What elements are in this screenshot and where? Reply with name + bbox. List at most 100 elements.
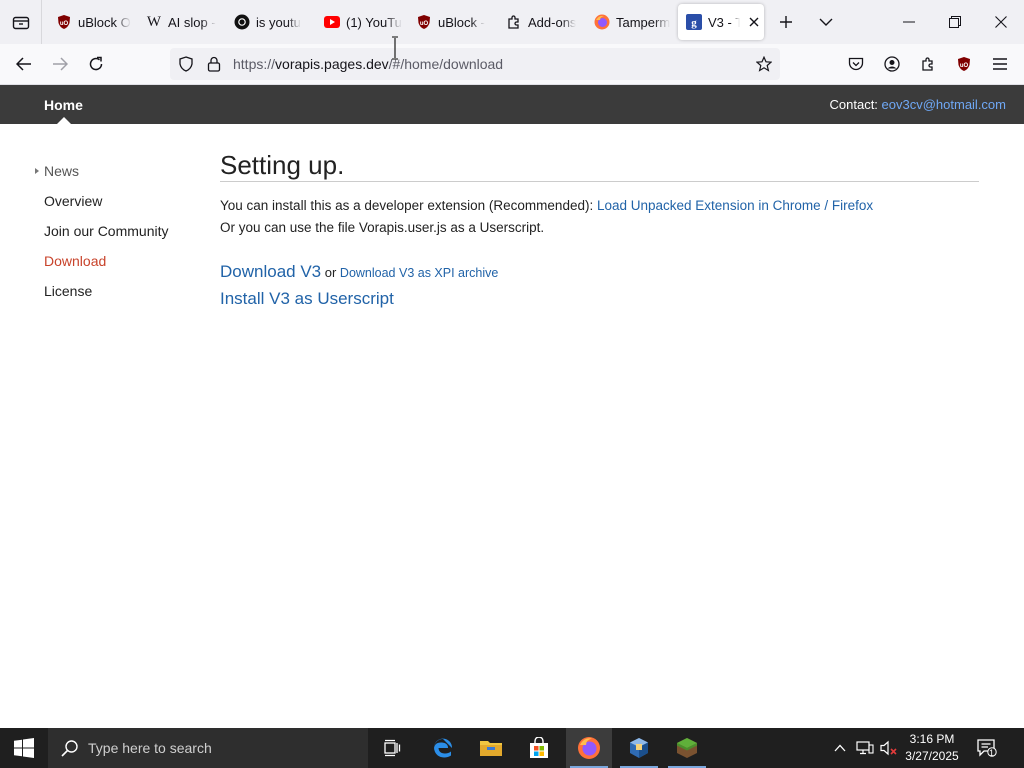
url-path: /#/home/download xyxy=(388,56,504,72)
store-button[interactable] xyxy=(516,728,562,768)
sidebar-item-news[interactable]: News xyxy=(44,163,79,179)
active-indicator xyxy=(57,117,71,124)
chatgpt-icon xyxy=(234,14,250,30)
reload-button[interactable] xyxy=(80,48,112,80)
tab-title: V3 - Tr xyxy=(708,14,740,30)
network-button[interactable] xyxy=(855,738,875,758)
load-unpacked-link[interactable]: Load Unpacked Extension in Chrome / Fire… xyxy=(597,198,873,213)
tab-title: (1) YouTu xyxy=(346,14,402,30)
tracking-protection-icon[interactable] xyxy=(176,54,196,74)
account-icon xyxy=(884,56,900,72)
tab-tampermonkey[interactable]: Tamperm xyxy=(588,4,672,40)
app-menu-button[interactable] xyxy=(984,48,1016,80)
plus-icon xyxy=(780,16,792,28)
action-center-button[interactable]: 1 xyxy=(972,728,1002,768)
start-button[interactable] xyxy=(0,728,48,768)
restore-button[interactable] xyxy=(932,0,978,44)
sidebar-item-license[interactable]: License xyxy=(44,283,92,299)
tab-add-ons[interactable]: Add-ons xyxy=(500,4,584,40)
tab-v3-active[interactable]: g V3 - Tr xyxy=(678,4,764,40)
account-button[interactable] xyxy=(876,48,908,80)
task-view-button[interactable] xyxy=(369,728,415,768)
ublock-extension-button[interactable]: uO xyxy=(948,48,980,80)
minimize-button[interactable] xyxy=(886,0,932,44)
arrow-right-icon xyxy=(53,57,68,71)
edge-icon xyxy=(434,738,453,758)
youtube-icon xyxy=(324,14,340,30)
download-v3-link[interactable]: Download V3 xyxy=(220,262,321,281)
hamburger-menu-icon xyxy=(993,58,1007,70)
speaker-muted-icon xyxy=(880,740,897,756)
site-header: Home Contact: eov3cv@hotmail.com xyxy=(0,85,1024,124)
edge-button[interactable] xyxy=(420,728,466,768)
tab-title: Add-ons xyxy=(528,14,577,30)
tab-title: uBlock O xyxy=(78,14,131,30)
google-translate-icon: g xyxy=(686,14,702,30)
virtualbox-taskbar-button[interactable] xyxy=(616,728,662,768)
wikipedia-icon: W xyxy=(146,13,162,30)
svg-text:uO: uO xyxy=(960,63,969,69)
puzzle-icon xyxy=(506,14,522,30)
system-clock[interactable]: 3:16 PM 3/27/2025 xyxy=(902,731,962,765)
tab-title: uBlock - xyxy=(438,14,485,30)
home-link[interactable]: Home xyxy=(44,97,83,113)
svg-text:g: g xyxy=(691,17,697,29)
userscript-instructions: Or you can use the file Vorapis.user.js … xyxy=(220,220,545,235)
url-text[interactable]: https://vorapis.pages.dev/#/home/downloa… xyxy=(233,56,503,72)
virtualbox-icon xyxy=(630,738,648,758)
windows-logo-icon xyxy=(14,738,34,758)
ublock-icon: uO xyxy=(56,14,72,30)
search-placeholder: Type here to search xyxy=(88,740,212,756)
minecraft-taskbar-button[interactable] xyxy=(664,728,710,768)
contact-email-link[interactable]: eov3cv@hotmail.com xyxy=(882,97,1006,112)
sidebar-item-community[interactable]: Join our Community xyxy=(44,223,169,239)
minecraft-grass-block-icon xyxy=(677,738,697,758)
ublock-icon: uO xyxy=(958,57,970,71)
reload-icon xyxy=(89,56,103,71)
tab-ublock[interactable]: uO uBlock - xyxy=(410,4,494,40)
volume-button[interactable] xyxy=(879,738,899,758)
new-tab-button[interactable] xyxy=(768,4,804,40)
list-all-tabs-button[interactable] xyxy=(0,0,42,44)
install-instructions: You can install this as a developer exte… xyxy=(220,198,873,213)
folder-icon xyxy=(480,741,502,756)
bullet-icon xyxy=(35,168,39,174)
firefox-taskbar-button[interactable] xyxy=(566,728,612,768)
svg-text:uO: uO xyxy=(60,21,69,27)
clock-time: 3:16 PM xyxy=(909,732,955,746)
close-icon xyxy=(995,16,1007,28)
tab-overflow-button[interactable] xyxy=(808,4,844,40)
url-bar[interactable]: https://vorapis.pages.dev/#/home/downloa… xyxy=(170,48,780,80)
file-explorer-button[interactable] xyxy=(468,728,514,768)
sidebar-item-overview[interactable]: Overview xyxy=(44,193,102,209)
show-hidden-icons-button[interactable] xyxy=(830,738,850,758)
bookmark-star-icon[interactable] xyxy=(754,54,774,74)
chevron-up-icon xyxy=(834,744,846,752)
tab-ublock-origin[interactable]: uO uBlock O xyxy=(48,4,132,40)
tab-ai-slop[interactable]: W AI slop - xyxy=(140,4,224,40)
install-userscript-link[interactable]: Install V3 as Userscript xyxy=(220,289,394,308)
svg-text:uO: uO xyxy=(420,21,429,27)
task-view-icon xyxy=(384,739,401,757)
taskbar-search[interactable]: Type here to search xyxy=(48,728,368,768)
firefox-icon xyxy=(578,737,600,759)
back-button[interactable] xyxy=(8,48,40,80)
chevron-down-icon xyxy=(819,18,833,26)
minimize-icon xyxy=(903,21,915,23)
close-window-button[interactable] xyxy=(978,0,1024,44)
tab-title: is youtu xyxy=(256,14,301,30)
pocket-button[interactable] xyxy=(840,48,872,80)
forward-button[interactable] xyxy=(44,48,76,80)
tab-chatgpt[interactable]: is youtu xyxy=(228,4,312,40)
close-tab-button[interactable] xyxy=(744,12,764,32)
network-icon xyxy=(856,741,874,755)
download-xpi-link[interactable]: Download V3 as XPI archive xyxy=(340,266,498,280)
navigation-toolbar: https://vorapis.pages.dev/#/home/downloa… xyxy=(0,44,1024,85)
pocket-icon xyxy=(848,57,864,70)
sidebar-item-download[interactable]: Download xyxy=(44,253,106,269)
tab-list-icon xyxy=(12,16,29,30)
download-row: Download V3 or Download V3 as XPI archiv… xyxy=(220,262,498,282)
lock-icon[interactable] xyxy=(204,54,224,74)
tab-youtube[interactable]: (1) YouTu xyxy=(318,4,402,40)
extensions-button[interactable] xyxy=(912,48,944,80)
